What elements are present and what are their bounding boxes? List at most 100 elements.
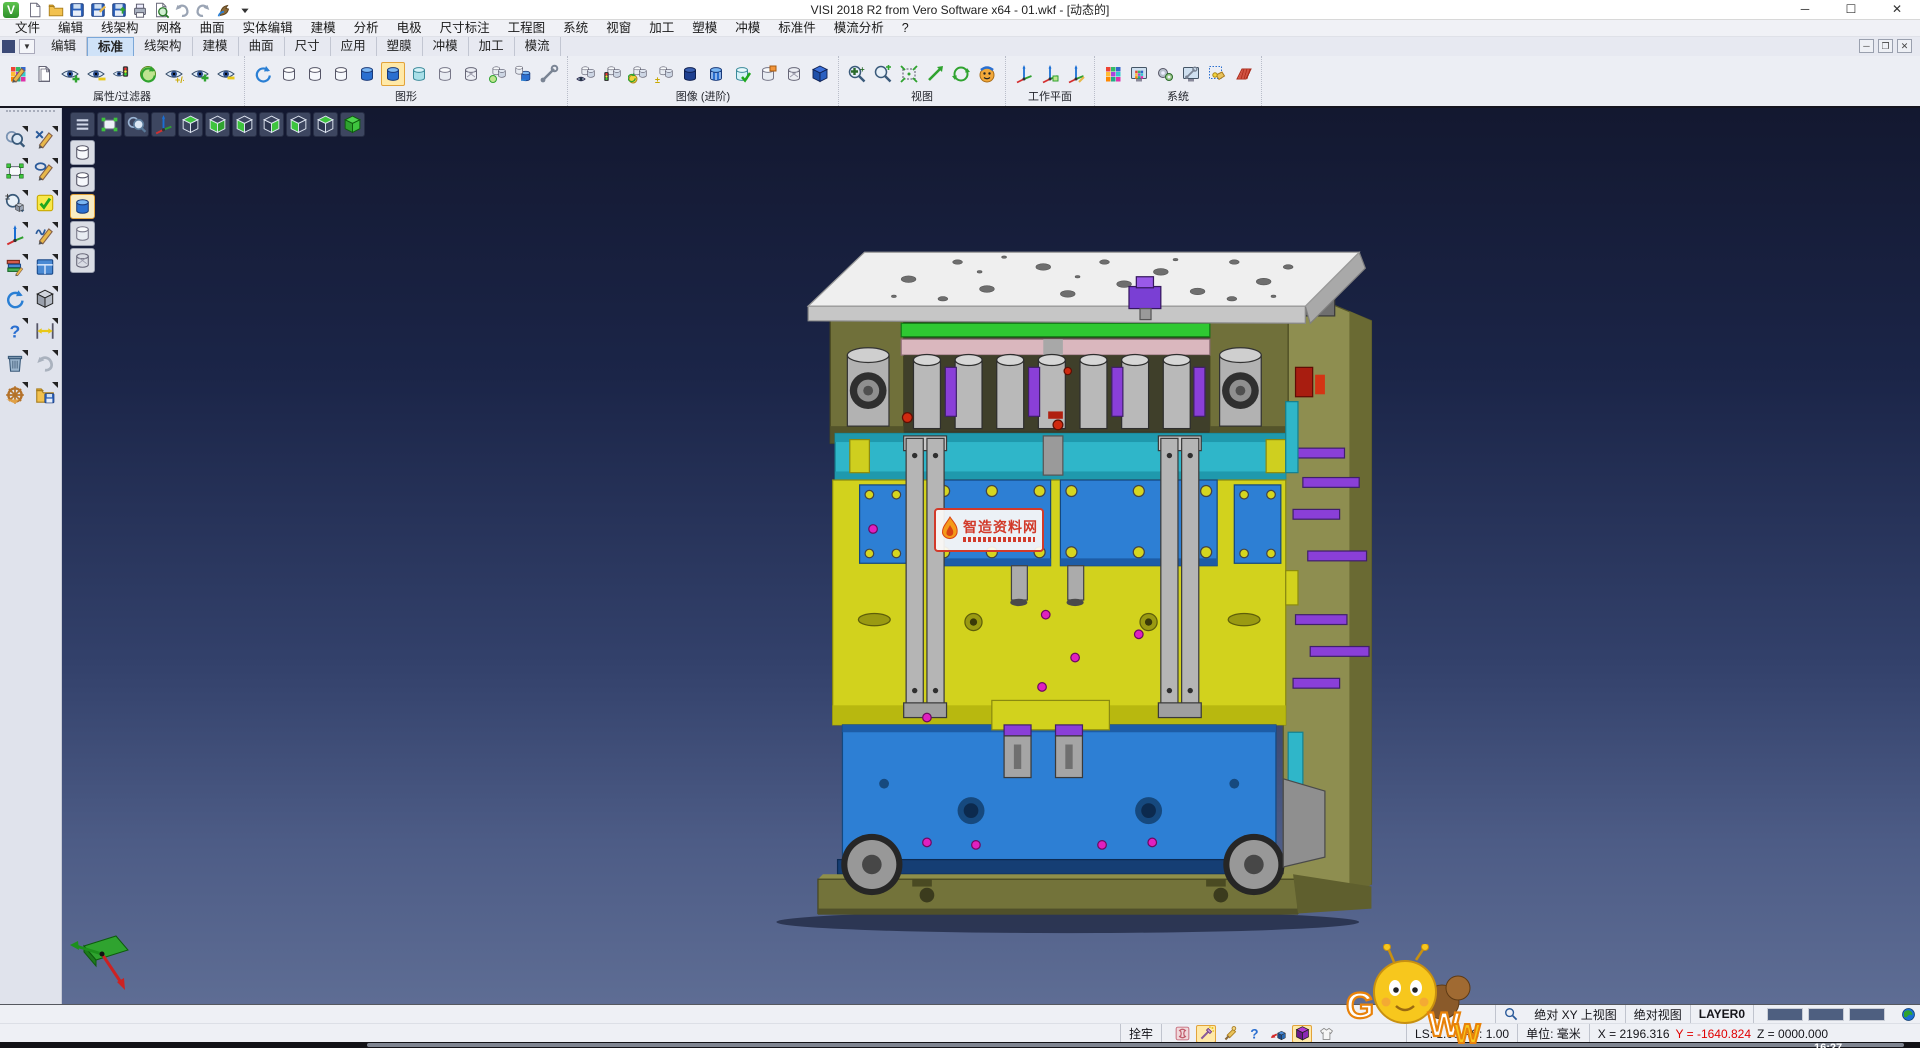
tool-zoom-rect-icon[interactable] xyxy=(897,62,921,86)
view-cube-iso-icon[interactable] xyxy=(340,112,365,137)
tool-palette-brush-icon[interactable] xyxy=(6,62,30,86)
qa-new-file-icon[interactable] xyxy=(26,1,44,19)
tool-cyl-outline-icon[interactable] xyxy=(303,62,327,86)
tool-window-palette-icon[interactable] xyxy=(1127,62,1151,86)
dock-zoom-cube-icon[interactable]: ± xyxy=(2,190,28,216)
qa-stamp-icon[interactable] xyxy=(215,1,233,19)
close-button[interactable]: ✕ xyxy=(1874,0,1920,20)
tool-cyl-striped-icon[interactable] xyxy=(704,62,728,86)
tab-尺寸[interactable]: 尺寸 xyxy=(285,37,331,57)
tab-建模[interactable]: 建模 xyxy=(193,37,239,57)
view-cube-front-icon[interactable] xyxy=(232,112,257,137)
dock-zoom-multi-icon[interactable] xyxy=(2,126,28,152)
dock-wheel-icon[interactable] xyxy=(2,382,28,408)
qa-print-icon[interactable] xyxy=(131,1,149,19)
status-question-blue-icon[interactable]: ? xyxy=(1244,1025,1264,1043)
qa-preview-icon[interactable] xyxy=(152,1,170,19)
mdi-control-1[interactable]: ❐ xyxy=(1878,39,1893,53)
tool-cyl-wire-icon[interactable] xyxy=(782,62,806,86)
dock-check-yellow-icon[interactable] xyxy=(32,190,58,216)
dock-cube-gray-icon[interactable] xyxy=(32,286,58,312)
viewport-3d[interactable]: 智造资料网 xyxy=(62,108,1920,1004)
tab-应用[interactable]: 应用 xyxy=(331,37,377,57)
tool-cyl-wire-icon[interactable] xyxy=(459,62,483,86)
dock-window-blue-icon[interactable] xyxy=(32,254,58,280)
status-lock-grid-icon[interactable] xyxy=(1172,1025,1192,1043)
active-layer-label[interactable]: LAYER0 xyxy=(1690,1005,1753,1023)
taskbar-strip[interactable] xyxy=(367,1043,1904,1047)
menu-2[interactable]: 线架构 xyxy=(92,20,148,37)
tool-cyl-outline-icon[interactable] xyxy=(329,62,353,86)
tab-冲模[interactable]: 冲模 xyxy=(423,37,469,57)
tool-smiley-icon[interactable] xyxy=(975,62,999,86)
mdi-control-2[interactable]: ✕ xyxy=(1897,39,1912,53)
menu-7[interactable]: 分析 xyxy=(345,20,388,37)
tool-wp-axis2-icon[interactable] xyxy=(1038,62,1062,86)
qa-undo-icon[interactable] xyxy=(173,1,191,19)
tool-eye-traffic-icon[interactable] xyxy=(110,62,134,86)
tool-eye-plusminus-icon[interactable]: +/- xyxy=(162,62,186,86)
lock-label[interactable]: 拴牢 xyxy=(1120,1024,1161,1043)
tool-cube-blue-icon[interactable] xyxy=(808,62,832,86)
tab-加工[interactable]: 加工 xyxy=(469,37,515,57)
display-cyl-pale-icon[interactable] xyxy=(70,221,95,246)
status-arrow-cube-icon[interactable] xyxy=(1268,1025,1288,1043)
dock-undo-gray-icon[interactable] xyxy=(32,350,58,376)
view-cube-top-icon[interactable] xyxy=(178,112,203,137)
dock-books-icon[interactable] xyxy=(2,254,28,280)
view-cube-left-icon[interactable] xyxy=(286,112,311,137)
minimize-button[interactable]: ─ xyxy=(1782,0,1828,20)
menu-11[interactable]: 系统 xyxy=(554,20,597,37)
qa-save-as-icon[interactable] xyxy=(89,1,107,19)
dock-refresh-blue-icon[interactable] xyxy=(2,286,28,312)
tool-wp-axis-icon[interactable] xyxy=(1012,62,1036,86)
tab-dropdown-button[interactable]: ▼ xyxy=(19,39,35,54)
menu-18[interactable]: ? xyxy=(893,20,918,37)
dock-pencil-o-icon[interactable] xyxy=(32,158,58,184)
tool-gears-icon[interactable] xyxy=(1153,62,1177,86)
menu-15[interactable]: 冲模 xyxy=(726,20,769,37)
tool-eye-add-icon[interactable] xyxy=(188,62,212,86)
tool-cyl-outline-icon[interactable] xyxy=(277,62,301,86)
view-ref-label[interactable]: 绝对视图 xyxy=(1625,1005,1690,1023)
tool-eye-minus-icon[interactable] xyxy=(84,62,108,86)
tool-hand-grid-icon[interactable] xyxy=(1205,62,1229,86)
status-hand-axe-icon[interactable] xyxy=(1220,1025,1240,1043)
menu-8[interactable]: 电极 xyxy=(388,20,431,37)
qa-dropdown-icon[interactable] xyxy=(236,1,254,19)
color-swatch-0[interactable] xyxy=(1767,1008,1803,1021)
menu-9[interactable]: 尺寸标注 xyxy=(431,20,499,37)
view-mode-label[interactable]: 绝对 XY 上视图 xyxy=(1526,1005,1624,1023)
menu-0[interactable]: 文件 xyxy=(6,20,49,37)
tool-cyls-plusminus-icon[interactable]: ± xyxy=(652,62,676,86)
dock-fit-rect-icon[interactable] xyxy=(2,158,28,184)
tool-cyls-eye-icon[interactable] xyxy=(574,62,598,86)
menu-12[interactable]: 视窗 xyxy=(597,20,640,37)
qa-save-icon[interactable] xyxy=(68,1,86,19)
tool-cyl-pale-icon[interactable] xyxy=(433,62,457,86)
menu-3[interactable]: 网格 xyxy=(148,20,191,37)
tool-zoom-arrows-icon[interactable] xyxy=(871,62,895,86)
dock-trash-icon[interactable] xyxy=(2,350,28,376)
tool-arrow-diag-icon[interactable] xyxy=(923,62,947,86)
view-hamburger-icon[interactable] xyxy=(70,112,95,137)
view-cube-right-icon[interactable] xyxy=(259,112,284,137)
dock-folder-save-icon[interactable] xyxy=(32,382,58,408)
tab-标准[interactable]: 标准 xyxy=(87,37,134,57)
tool-cyl-group-icon[interactable] xyxy=(485,62,509,86)
tool-refresh-blue-icon[interactable] xyxy=(251,62,275,86)
tool-cyl-copy-icon[interactable] xyxy=(511,62,535,86)
display-cyl-outline-icon[interactable] xyxy=(70,167,95,192)
tool-cyl-blue-icon[interactable] xyxy=(355,62,379,86)
qa-save-all-icon[interactable] xyxy=(110,1,128,19)
view-cube-back-icon[interactable] xyxy=(313,112,338,137)
menu-5[interactable]: 实体编辑 xyxy=(234,20,302,37)
menu-6[interactable]: 建模 xyxy=(302,20,345,37)
globe-indicator[interactable] xyxy=(1893,1005,1920,1023)
tab-模流[interactable]: 模流 xyxy=(515,37,561,57)
dock-pencil-n-icon[interactable] xyxy=(32,222,58,248)
tool-cyl-dark-icon[interactable] xyxy=(678,62,702,86)
tool-cyl-blue-icon[interactable] xyxy=(381,62,405,86)
display-cyl-wire-icon[interactable] xyxy=(70,248,95,273)
status-search[interactable] xyxy=(1495,1005,1526,1023)
